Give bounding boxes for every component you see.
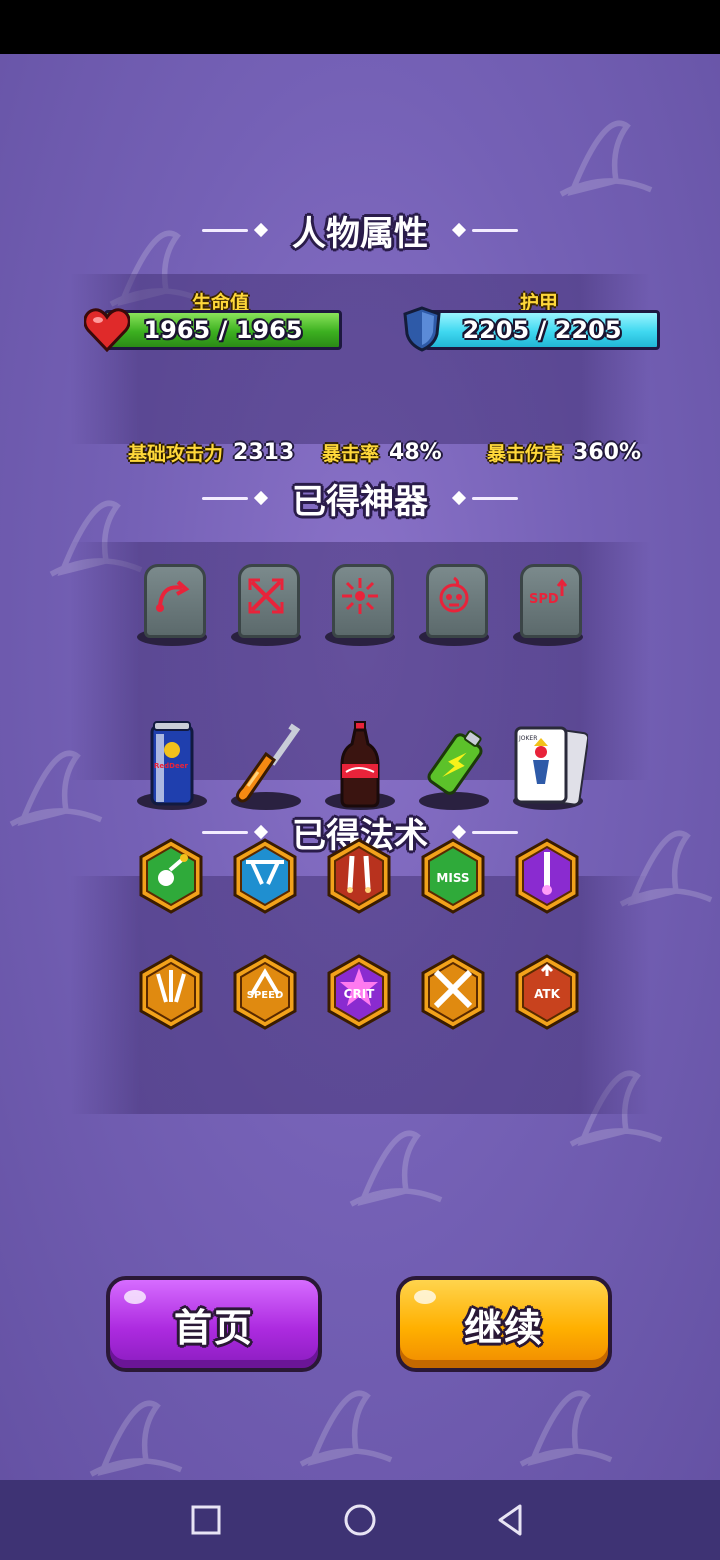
title-ornament-right — [446, 490, 518, 506]
spell-slot[interactable]: MISS — [420, 838, 486, 914]
spell-slot[interactable]: ATK — [514, 954, 580, 1030]
miss-spell-icon: MISS — [421, 838, 485, 914]
spd-rune-text: SPD — [529, 592, 559, 607]
spell-slot[interactable] — [420, 954, 486, 1030]
title-ornament-left — [202, 222, 274, 238]
shield-icon — [403, 306, 441, 352]
spell-slot[interactable]: SPEED — [232, 954, 298, 1030]
back-nav-icon[interactable] — [490, 1498, 534, 1542]
spell-text: ATK — [534, 987, 561, 1001]
battery-icon — [427, 730, 483, 795]
spell-slot[interactable] — [138, 954, 204, 1030]
hat-bg-icon — [519, 1390, 613, 1467]
spell-slot[interactable] — [326, 838, 392, 914]
base-attack-stat: 基础攻击力 2313 — [128, 439, 294, 466]
title-ornament-right — [446, 824, 518, 840]
armor-bar: 2205 / 2205 — [424, 310, 660, 350]
continue-button-label: 继续 — [463, 1305, 544, 1350]
stat-label: 暴击率 — [322, 443, 380, 465]
artifact-item-2[interactable] — [228, 720, 304, 810]
cola-bottle-icon — [340, 721, 380, 808]
spell-text: SPEED — [247, 990, 284, 1001]
crit-spell-icon: CRIT — [327, 954, 391, 1030]
recent-apps-icon[interactable] — [184, 1498, 228, 1542]
home-button[interactable]: 首页 — [106, 1276, 322, 1372]
home-nav-icon[interactable] — [338, 1498, 382, 1542]
joker-card-text: JOKER — [518, 735, 537, 742]
status-bar — [0, 0, 720, 54]
artifact-rune-2[interactable] — [228, 556, 304, 646]
artifact-rune-3[interactable] — [322, 556, 398, 646]
double-claw-spell-icon — [327, 838, 391, 914]
hat-bg-icon — [559, 120, 653, 197]
hp-value: 1965 / 1965 — [143, 316, 303, 344]
ricochet-spell-icon — [233, 838, 297, 914]
spell-slot[interactable] — [138, 838, 204, 914]
spd-rune-icon: SPD — [529, 578, 568, 607]
skull-pin-spell-icon — [139, 838, 203, 914]
star-burst-rune-icon — [342, 578, 378, 614]
attributes-title: 人物属性 — [292, 213, 428, 254]
spell-slot[interactable] — [232, 838, 298, 914]
can-label: RedDeer — [154, 762, 188, 770]
navigation-bar — [0, 1480, 720, 1560]
hat-bg-icon — [89, 1400, 183, 1477]
hat-bg-icon — [299, 1390, 393, 1467]
curved-arrow-rune-icon — [156, 580, 190, 612]
stat-value: 2313 — [233, 440, 295, 465]
artifacts-title: 已得神器 — [292, 481, 428, 522]
title-ornament-right — [446, 222, 518, 238]
heart-icon — [84, 308, 130, 352]
joker-card-icon: JOKER — [514, 726, 588, 806]
artifact-rune-1[interactable] — [134, 556, 210, 646]
artifact-item-1[interactable]: RedDeer — [134, 720, 210, 810]
spell-text: MISS — [436, 871, 469, 885]
crit-damage-stat: 暴击伤害 360% — [487, 439, 641, 466]
triple-shot-spell-icon — [139, 954, 203, 1030]
attributes-panel — [70, 274, 650, 444]
stat-label: 基础攻击力 — [128, 443, 224, 465]
artifact-item-4[interactable] — [416, 720, 492, 810]
spell-text: CRIT — [344, 987, 376, 1001]
stat-value: 360% — [573, 440, 641, 465]
screwdriver-icon — [236, 723, 301, 803]
title-ornament-left — [202, 824, 274, 840]
title-ornament-left — [202, 490, 274, 506]
spell-slot[interactable] — [514, 838, 580, 914]
continue-button[interactable]: 继续 — [396, 1276, 612, 1372]
stat-value: 48% — [389, 440, 442, 465]
atk-up-spell-icon: ATK — [515, 954, 579, 1030]
armor-value: 2205 / 2205 — [462, 316, 622, 344]
home-button-label: 首页 — [173, 1305, 254, 1350]
attributes-header: 人物属性 — [0, 200, 720, 260]
spell-slot[interactable]: CRIT — [326, 954, 392, 1030]
stat-label: 暴击伤害 — [487, 443, 564, 465]
artifact-rune-4[interactable] — [416, 556, 492, 646]
artifacts-header: 已得神器 — [0, 468, 720, 528]
game-screen: 人物属性 生命值 1965 / 1965 护甲 2205 / 2205 基础攻击… — [0, 54, 720, 1480]
skull-fire-rune-icon — [439, 576, 469, 613]
artifact-rune-5[interactable]: SPD — [510, 556, 586, 646]
artifact-item-3[interactable] — [322, 720, 398, 810]
speed-up-spell-icon: SPEED — [233, 954, 297, 1030]
crit-rate-stat: 暴击率 48% — [322, 439, 442, 466]
artifact-item-5[interactable]: JOKER — [510, 720, 588, 810]
purple-bolt-spell-icon — [515, 838, 579, 914]
cross-arrows-rune-icon — [248, 578, 284, 614]
energy-drink-can-icon: RedDeer — [150, 721, 194, 806]
hp-bar: 1965 / 1965 — [104, 310, 342, 350]
hat-bg-icon — [349, 1130, 443, 1207]
crossed-swords-spell-icon — [421, 954, 485, 1030]
